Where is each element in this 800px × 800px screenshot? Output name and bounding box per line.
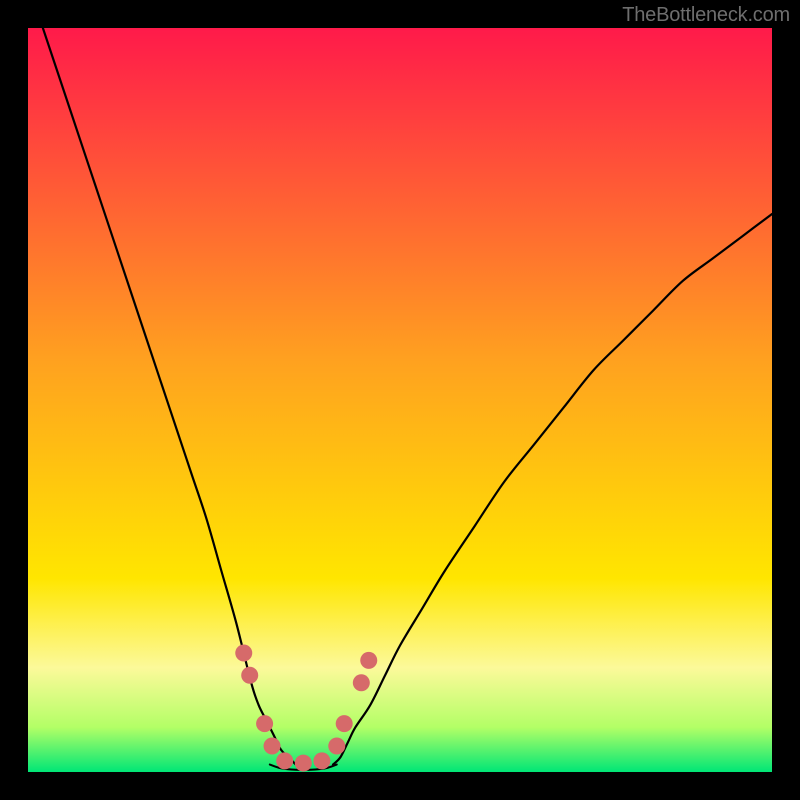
- data-marker: [313, 752, 330, 769]
- data-marker: [295, 755, 312, 772]
- data-marker: [360, 652, 377, 669]
- plot-area: [28, 28, 772, 772]
- data-marker: [336, 715, 353, 732]
- chart-frame: TheBottleneck.com: [0, 0, 800, 800]
- data-marker: [328, 737, 345, 754]
- watermark-text: TheBottleneck.com: [622, 4, 790, 27]
- gradient-background: [28, 28, 772, 772]
- data-marker: [264, 737, 281, 754]
- data-marker: [276, 752, 293, 769]
- data-marker: [235, 644, 252, 661]
- chart-svg: [28, 28, 772, 772]
- data-marker: [241, 667, 258, 684]
- data-marker: [256, 715, 273, 732]
- data-marker: [353, 674, 370, 691]
